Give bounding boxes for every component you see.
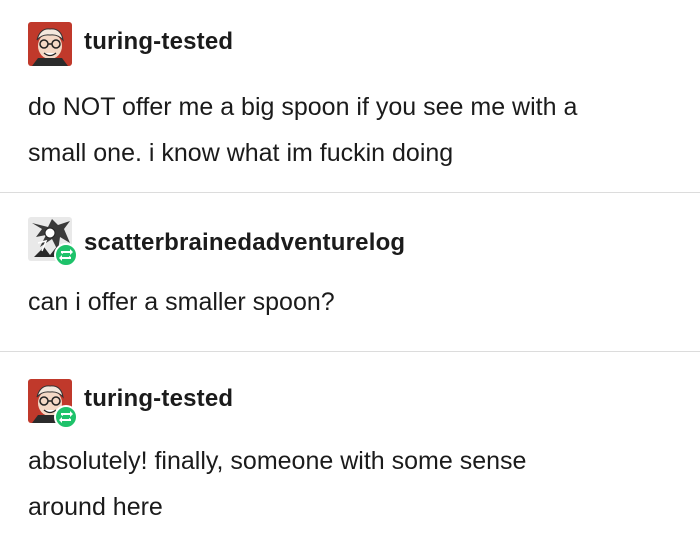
reblog-badge: [54, 405, 78, 429]
post-text: absolutely! finally, someone with some s…: [28, 438, 678, 530]
username[interactable]: turing-tested: [84, 385, 233, 413]
post-text: can i offer a smaller spoon?: [28, 279, 678, 325]
post: turing-tested do NOT offer me a big spoo…: [0, 0, 700, 192]
post: scatterbrainedadventurelog can i offer a…: [0, 193, 700, 351]
avatar[interactable]: [28, 217, 78, 267]
reblog-icon: [59, 411, 73, 423]
cartoon-face-avatar-icon: [28, 22, 72, 66]
username[interactable]: turing-tested: [84, 28, 233, 56]
reblog-icon: [59, 249, 73, 261]
post: turing-tested absolutely! finally, someo…: [0, 352, 700, 534]
username[interactable]: scatterbrainedadventurelog: [84, 229, 405, 257]
avatar[interactable]: [28, 379, 78, 429]
post-text-line: can i offer a smaller spoon?: [28, 288, 335, 316]
post-text-line: small one. i know what im fuckin doing: [28, 139, 454, 167]
reblog-badge: [54, 243, 78, 267]
post-text-line: do NOT offer me a big spoon if you see m…: [28, 93, 578, 121]
post-text-line: absolutely! finally, someone with some s…: [28, 447, 527, 475]
post-text: do NOT offer me a big spoon if you see m…: [28, 84, 678, 176]
avatar[interactable]: [28, 22, 72, 66]
post-text-line: around here: [28, 493, 163, 521]
